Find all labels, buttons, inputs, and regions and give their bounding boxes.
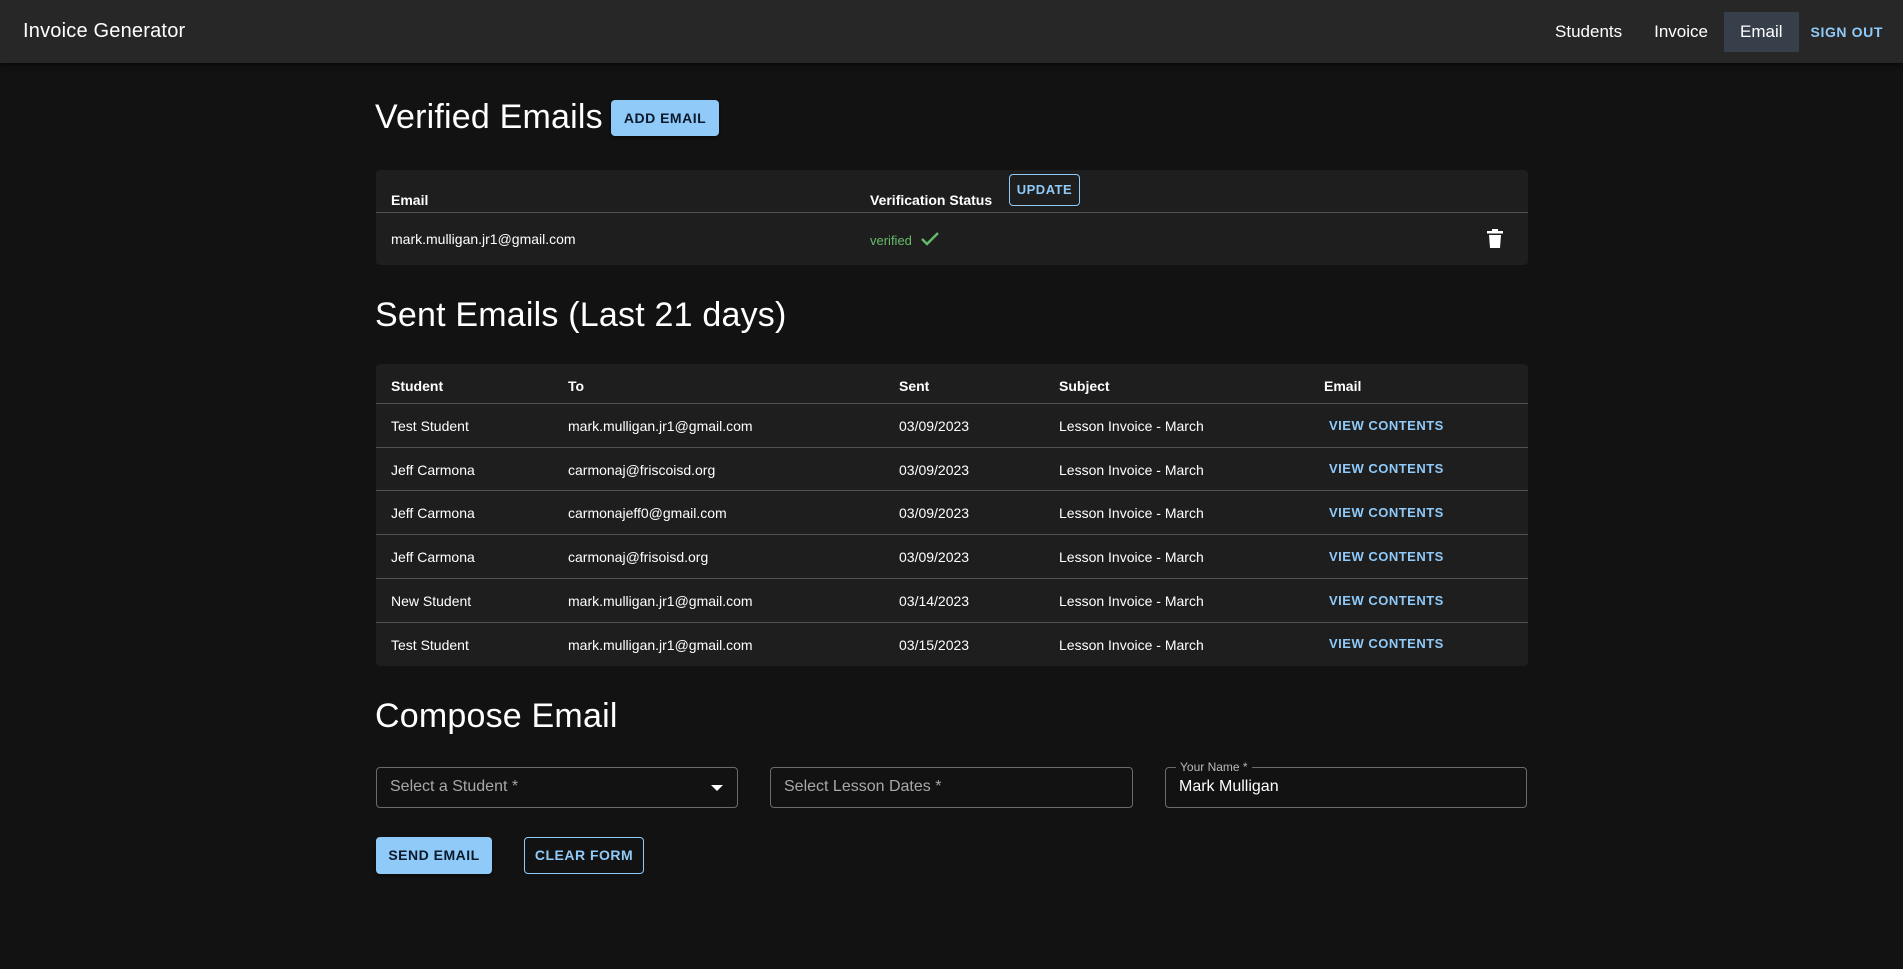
verification-status: verified (870, 231, 940, 250)
row-divider (376, 534, 1528, 535)
to-cell: mark.mulligan.jr1@gmail.com (568, 637, 753, 653)
your-name-label: Your Name * (1176, 760, 1252, 774)
nav-invoice[interactable]: Invoice (1638, 12, 1724, 52)
to-cell: carmonaj@friscoisd.org (568, 462, 716, 478)
col-email-header: Email (1324, 378, 1362, 394)
row-divider (376, 212, 1528, 213)
verified-emails-heading: Verified Emails (375, 98, 603, 136)
lesson-dates-placeholder: Select Lesson Dates * (784, 778, 942, 795)
row-divider (376, 578, 1528, 579)
view-contents-button[interactable]: VIEW CONTENTS (1329, 505, 1444, 520)
row-divider (376, 403, 1528, 404)
nav-email[interactable]: Email (1724, 11, 1799, 52)
view-contents-button[interactable]: VIEW CONTENTS (1329, 418, 1444, 433)
student-cell: New Student (391, 593, 472, 609)
row-divider (376, 622, 1528, 623)
sign-out-button[interactable]: SIGN OUT (1799, 12, 1903, 52)
subject-cell: Lesson Invoice - March (1059, 593, 1204, 609)
student-select-placeholder: Select a Student * (390, 778, 519, 795)
app-bar: Invoice Generator Students Invoice Email… (0, 0, 1903, 63)
to-cell: mark.mulligan.jr1@gmail.com (568, 593, 753, 609)
view-contents-button[interactable]: VIEW CONTENTS (1329, 461, 1444, 476)
col-sent-header: Sent (899, 378, 930, 394)
subject-cell: Lesson Invoice - March (1059, 462, 1204, 478)
sent-date-cell: 03/09/2023 (899, 549, 970, 565)
student-cell: Test Student (391, 418, 469, 434)
sent-date-cell: 03/15/2023 (899, 637, 970, 653)
row-divider (376, 447, 1528, 448)
sent-emails-heading: Sent Emails (Last 21 days) (375, 296, 787, 334)
verification-status-text: verified (870, 233, 912, 248)
subject-cell: Lesson Invoice - March (1059, 505, 1204, 521)
sent-emails-table: Student To Sent Subject Email Test Stude… (376, 364, 1528, 666)
col-student-header: Student (391, 378, 444, 394)
your-name-field[interactable]: Your Name * Mark Mulligan (1165, 760, 1527, 808)
student-cell: Jeff Carmona (391, 462, 475, 478)
app-title: Invoice Generator (23, 20, 186, 42)
compose-email-heading: Compose Email (375, 697, 618, 735)
view-contents-button[interactable]: VIEW CONTENTS (1329, 636, 1444, 651)
sent-date-cell: 03/14/2023 (899, 593, 970, 609)
nav-students[interactable]: Students (1539, 12, 1638, 52)
verified-emails-table: Email Verification Status UPDATE mark.mu… (376, 170, 1528, 265)
delete-email-icon[interactable] (1486, 229, 1504, 249)
subject-cell: Lesson Invoice - March (1059, 637, 1204, 653)
sent-date-cell: 03/09/2023 (899, 505, 970, 521)
lesson-dates-input[interactable]: Select Lesson Dates * (770, 767, 1133, 808)
view-contents-button[interactable]: VIEW CONTENTS (1329, 549, 1444, 564)
send-email-button[interactable]: SEND EMAIL (376, 837, 492, 874)
to-cell: carmonajeff0@gmail.com (568, 505, 727, 521)
check-icon (920, 231, 940, 250)
subject-cell: Lesson Invoice - March (1059, 549, 1204, 565)
your-name-value: Mark Mulligan (1179, 778, 1279, 795)
top-nav: Students Invoice Email SIGN OUT (1539, 0, 1903, 63)
col-subject-header: Subject (1059, 378, 1110, 394)
student-cell: Test Student (391, 637, 469, 653)
chevron-down-icon (711, 785, 723, 791)
view-contents-button[interactable]: VIEW CONTENTS (1329, 593, 1444, 608)
row-divider (376, 490, 1528, 491)
sent-date-cell: 03/09/2023 (899, 418, 970, 434)
subject-cell: Lesson Invoice - March (1059, 418, 1204, 434)
student-cell: Jeff Carmona (391, 549, 475, 565)
clear-form-button[interactable]: CLEAR FORM (524, 837, 644, 874)
to-cell: carmonaj@frisoisd.org (568, 549, 709, 565)
add-email-button[interactable]: ADD EMAIL (611, 100, 719, 136)
student-select[interactable]: Select a Student * (376, 767, 738, 808)
to-cell: mark.mulligan.jr1@gmail.com (568, 418, 753, 434)
update-button[interactable]: UPDATE (1009, 174, 1080, 206)
sent-date-cell: 03/09/2023 (899, 462, 970, 478)
col-to-header: To (568, 378, 585, 394)
verified-email-cell: mark.mulligan.jr1@gmail.com (391, 231, 576, 247)
student-cell: Jeff Carmona (391, 505, 475, 521)
